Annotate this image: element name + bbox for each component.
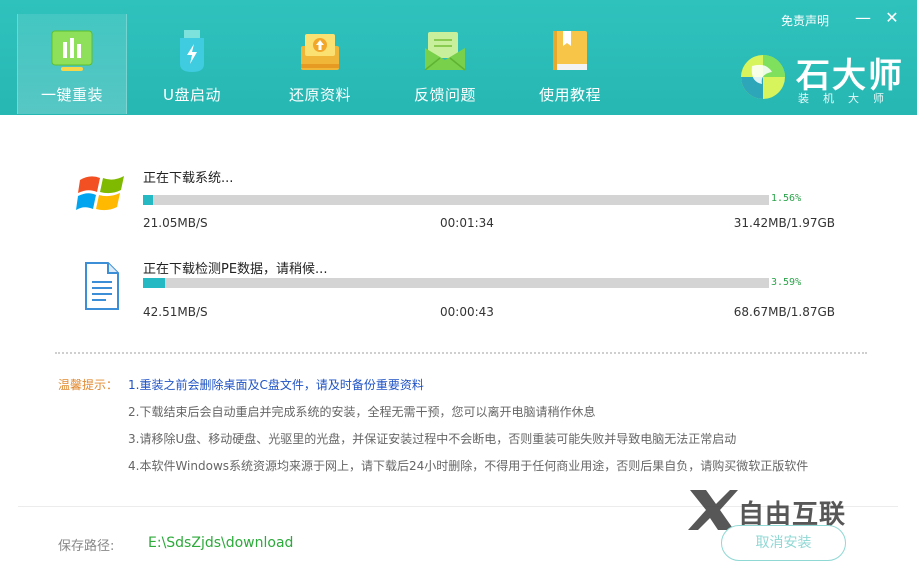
save-path-label: 保存路径: (58, 539, 115, 554)
header-bar: 一键重装 U盘启动 还原资料 反馈问题 使用教程 免责声明 — ✕ 石大师 装机… (0, 0, 917, 115)
disclaimer-link[interactable]: 免责声明 (781, 12, 829, 29)
dotted-divider (55, 352, 867, 354)
tab-tutorial[interactable]: 使用教程 (515, 14, 625, 114)
download-size: 68.67MB/1.87GB (733, 305, 835, 319)
watermark-x-icon (688, 490, 738, 530)
close-button[interactable]: ✕ (882, 8, 902, 28)
progress-fill (143, 278, 166, 288)
cancel-install-button[interactable]: 取消安装 (721, 525, 846, 561)
tab-label: U盘启动 (163, 86, 221, 104)
tip-item: 3.请移除U盘、移动硬盘、光驱里的光盘，并保证安装过程中不会断电，否则重装可能失… (128, 432, 737, 446)
tab-label: 反馈问题 (413, 86, 476, 104)
progress-percent: 1.56% (771, 193, 802, 204)
progress-percent: 3.59% (771, 277, 802, 288)
download-title: 正在下载检测PE数据，请稍候... (143, 262, 328, 277)
document-icon (85, 262, 119, 310)
download-row-system: 正在下载系统... 1.56% 21.05MB/S 00:01:34 31.42… (0, 160, 917, 240)
progress-bar (143, 195, 769, 205)
tab-restore-data[interactable]: 还原资料 (265, 14, 375, 114)
download-speed: 42.51MB/S (143, 305, 208, 319)
tab-usb-boot[interactable]: U盘启动 (137, 14, 247, 114)
brand-subtitle: 装机大师 (798, 92, 898, 105)
book-icon (553, 31, 587, 70)
progress-fill (143, 195, 153, 205)
usb-icon (180, 30, 204, 72)
download-row-pe: 正在下载检测PE数据，请稍候... 3.59% 42.51MB/S 00:00:… (0, 250, 917, 330)
mail-icon (424, 32, 466, 71)
tip-item: 4.本软件Windows系统资源均来源于网上，请下载后24小时删除，不得用于任何… (128, 459, 809, 473)
download-title: 正在下载系统... (143, 171, 234, 186)
download-eta: 00:01:34 (440, 216, 494, 230)
minimize-button[interactable]: — (853, 8, 873, 28)
progress-bar (143, 278, 769, 288)
tab-feedback[interactable]: 反馈问题 (390, 14, 500, 114)
download-eta: 00:00:43 (440, 305, 494, 319)
tab-label: 还原资料 (288, 86, 351, 104)
brand-logo: 石大师 装机大师 (738, 48, 908, 106)
tip-item: 1.重装之前会删除桌面及C盘文件，请及时备份重要资料 (128, 378, 424, 392)
tab-label: 一键重装 (40, 86, 103, 104)
brand-mark-icon (741, 55, 785, 99)
tips-heading: 温馨提示： (58, 378, 119, 392)
save-path-value[interactable]: E:\SdsZjds\download (148, 535, 293, 551)
download-size: 31.42MB/1.97GB (733, 216, 835, 230)
tab-label: 使用教程 (538, 86, 601, 104)
tab-one-click-reinstall[interactable]: 一键重装 (17, 14, 127, 114)
windows-logo-icon (76, 176, 124, 211)
chart-icon (51, 30, 93, 71)
tip-item: 2.下载结束后会自动重启并完成系统的安装，全程无需干预，您可以离开电脑请稍作休息 (128, 405, 596, 419)
download-speed: 21.05MB/S (143, 216, 208, 230)
restore-icon (301, 34, 339, 70)
